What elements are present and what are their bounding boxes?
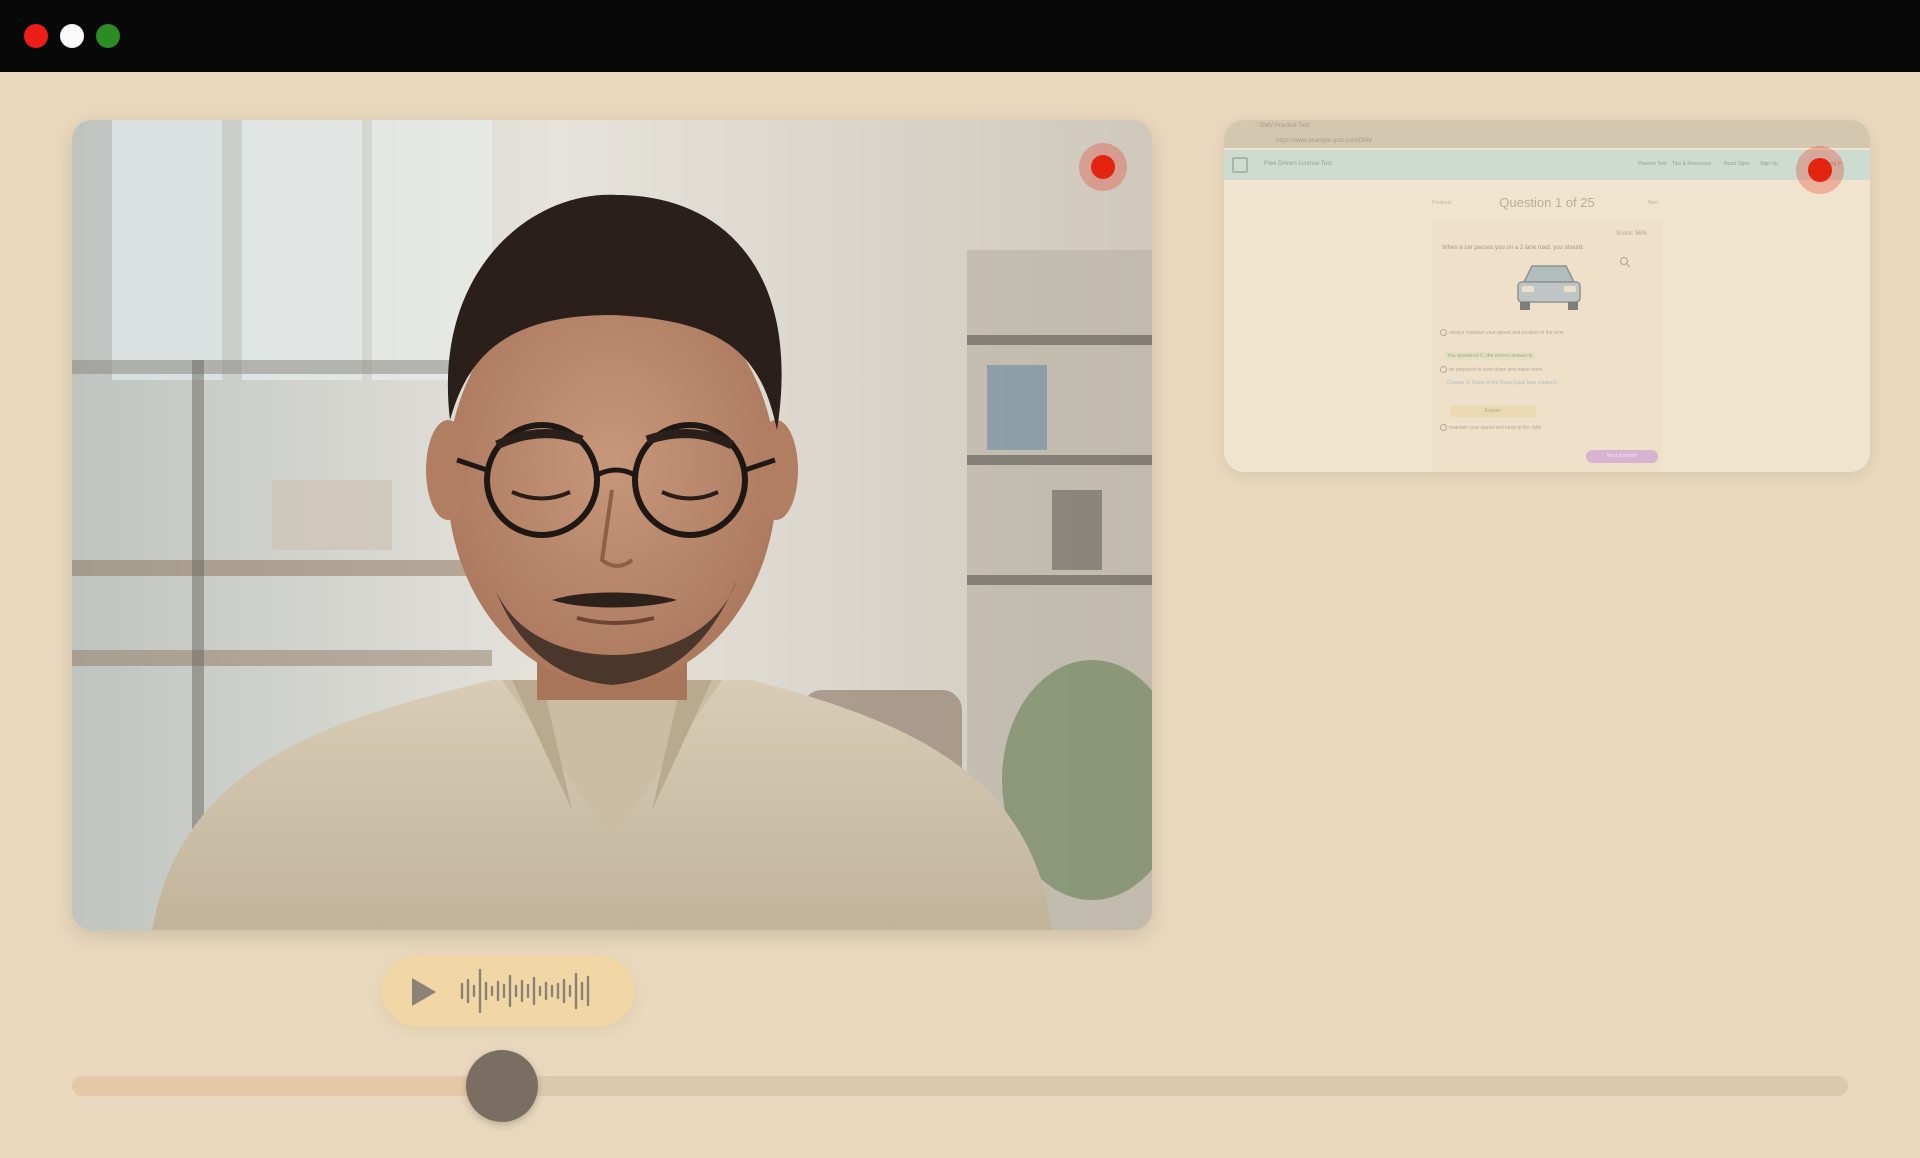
app-brand: Free Drivers License Test — [1264, 161, 1332, 167]
audio-player — [382, 956, 634, 1026]
option-a-text: always maintain your speed and position … — [1449, 330, 1564, 336]
maximize-window-button[interactable] — [96, 24, 120, 48]
waveform-icon — [460, 968, 590, 1014]
close-window-button[interactable] — [24, 24, 48, 48]
nav-item-practice-test: Practice Test — [1638, 161, 1667, 167]
webcam-recording-indicator-icon — [1079, 143, 1127, 191]
option-b-radio — [1440, 366, 1447, 373]
play-icon[interactable] — [412, 978, 436, 1006]
answer-feedback: You answered C, the correct answer is — [1444, 352, 1536, 360]
minimize-window-button[interactable] — [60, 24, 84, 48]
question-prompt: When a car passes you on a 2 lane road, … — [1442, 245, 1584, 251]
app-logo-icon — [1232, 157, 1248, 173]
nav-item-tips: Tips & Resources — [1672, 161, 1712, 167]
option-c-radio — [1440, 424, 1447, 431]
browser-url: https://www.example-quiz.com/DMV — [1276, 138, 1373, 144]
progress-fill — [72, 1076, 502, 1096]
progress-slider-thumb[interactable] — [465, 1050, 538, 1122]
progress-track[interactable] — [72, 1076, 1848, 1096]
next-link: Next — [1648, 200, 1659, 206]
explain-button: Explain — [1450, 406, 1536, 417]
score-label: Score: 96% — [1616, 231, 1648, 237]
option-c-text: maintain your speed and keep to the righ… — [1449, 425, 1542, 431]
screen-recording-indicator-icon — [1796, 146, 1844, 194]
option-b-text: be prepared to slow down and make room — [1449, 367, 1543, 373]
webcam-video[interactable] — [72, 120, 1152, 930]
car-illustration-icon — [1517, 265, 1581, 310]
reference-link: Chapter 3: Rules of the Road (pass lane … — [1447, 380, 1557, 386]
window-titlebar — [0, 0, 1920, 72]
option-a-radio — [1440, 329, 1447, 336]
nav-item-road-signs: Road Signs — [1724, 161, 1750, 167]
browser-tab-title: DMV Practice Test — [1260, 123, 1310, 129]
question-title: Question 1 of 25 — [1499, 195, 1595, 210]
next-question-button: Next question — [1586, 450, 1658, 463]
webcam-frame — [72, 120, 1152, 930]
nav-item-sign-up: Sign Up — [1760, 161, 1778, 167]
zoom-icon — [1620, 257, 1631, 268]
recording-canvas: DMV Practice Test https://www.example-qu… — [0, 72, 1920, 1158]
screen-share-preview[interactable]: DMV Practice Test https://www.example-qu… — [1224, 120, 1870, 472]
